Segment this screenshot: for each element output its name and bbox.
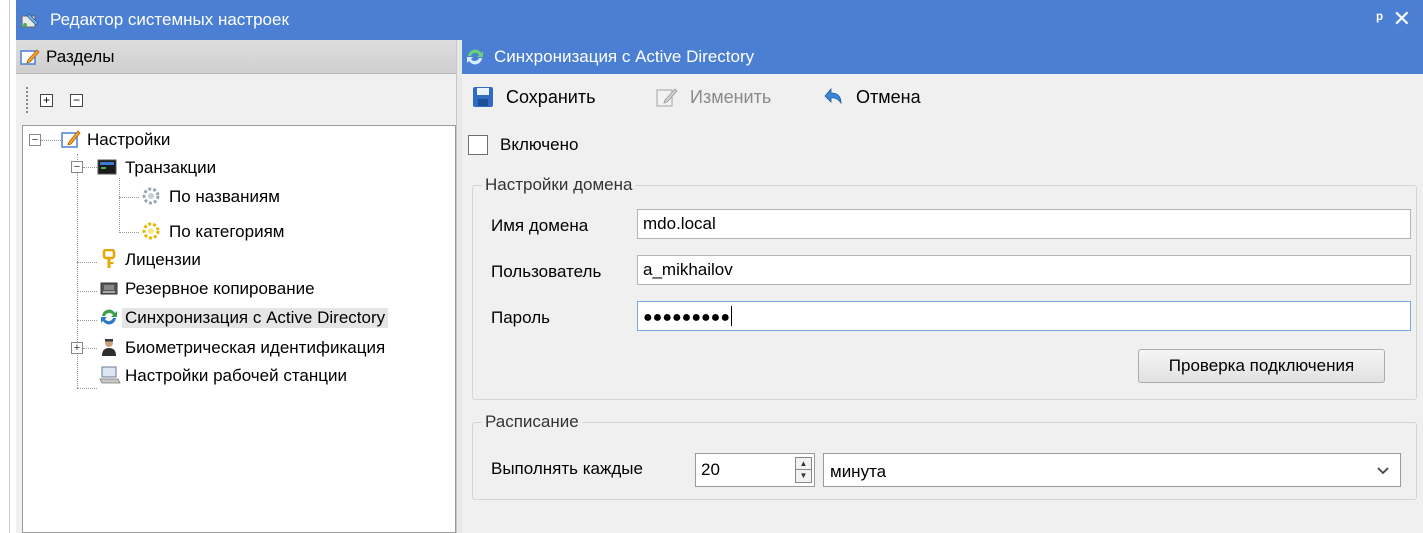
enabled-label: Включено <box>500 135 579 154</box>
undo-icon <box>824 87 842 105</box>
close-icon[interactable]: ✕ <box>1393 6 1411 32</box>
save-icon <box>473 87 493 107</box>
collapse-all-button[interactable]: − <box>70 94 83 107</box>
decrement-icon[interactable]: ▼ <box>796 470 811 482</box>
ad-sync-panel: Синхронизация с Active Directory Сохрани… <box>462 40 1423 533</box>
settings-icon <box>61 130 81 148</box>
tree-item-transactions[interactable]: Транзакции <box>23 156 453 180</box>
tree-item-label: Настройки <box>87 130 171 149</box>
tree-item-label: Транзакции <box>125 158 217 177</box>
window-title: Редактор системных настроек <box>50 10 289 29</box>
settings-editor-icon <box>21 13 39 28</box>
panel-title: Синхронизация с Active Directory <box>494 47 755 66</box>
enabled-row: Включено <box>468 133 578 157</box>
key-icon <box>102 249 116 268</box>
tree-item-workstation[interactable]: Настройки рабочей станции <box>23 364 453 388</box>
tree-item-label: Синхронизация с Active Directory <box>122 308 389 328</box>
terminal-icon <box>97 159 117 175</box>
user-field[interactable]: a_mikhailov <box>637 255 1411 285</box>
tree-item-label: Резервное копирование <box>125 279 315 298</box>
run-every-label: Выполнять каждые <box>491 459 643 478</box>
password-label: Пароль <box>491 308 550 327</box>
interval-stepper[interactable]: 20 ▲ ▼ <box>695 453 815 487</box>
domain-name-field[interactable]: mdo.local <box>637 209 1411 239</box>
sections-panel: Разделы + − − Настройки − Транзакции По … <box>16 40 456 533</box>
increment-icon[interactable]: ▲ <box>796 458 811 470</box>
sections-toolbar: + − <box>16 75 456 122</box>
tree-item-by-name[interactable]: По названиям <box>23 185 453 209</box>
domain-settings-title: Настройки домена <box>482 175 636 195</box>
enabled-checkbox[interactable] <box>468 135 488 155</box>
tree-item-label: Биометрическая идентификация <box>125 338 386 357</box>
tree-item-label: Настройки рабочей станции <box>125 366 348 385</box>
password-field[interactable]: ●●●●●●●●● <box>637 301 1411 331</box>
tree-item-label: Лицензии <box>125 250 201 269</box>
edge-line <box>9 0 10 533</box>
user-label: Пользователь <box>491 262 602 281</box>
sync-icon <box>101 309 117 325</box>
schedule-title: Расписание <box>482 412 582 432</box>
text-caret <box>730 306 732 326</box>
ad-sync-toolbar: Сохранить Изменить Отмена <box>462 74 1423 118</box>
person-icon <box>102 339 116 356</box>
tree-item-licenses[interactable]: Лицензии <box>23 248 453 272</box>
tree-item-backup[interactable]: Резервное копирование <box>23 277 453 301</box>
tree-item-ad-sync[interactable]: Синхронизация с Active Directory <box>23 306 453 330</box>
ad-sync-header: Синхронизация с Active Directory <box>462 40 1423 74</box>
expand-all-button[interactable]: + <box>40 94 53 107</box>
pin-icon[interactable]: ᵖ <box>1376 9 1383 29</box>
save-button[interactable]: Сохранить <box>472 84 595 110</box>
sections-title: Разделы <box>46 47 115 66</box>
edit-button[interactable]: Изменить <box>656 84 771 110</box>
password-value: ●●●●●●●●● <box>643 309 730 326</box>
toolbar-grip[interactable] <box>26 87 28 113</box>
cancel-button[interactable]: Отмена <box>822 84 921 110</box>
workstation-icon <box>99 366 121 384</box>
test-connection-button[interactable]: Проверка подключения <box>1138 349 1385 383</box>
interval-unit-value: минута <box>830 462 887 481</box>
tree-item-label: По названиям <box>169 187 280 206</box>
interval-unit-select[interactable]: минута <box>823 453 1401 487</box>
interval-value: 20 <box>701 460 720 479</box>
tree-item-by-category[interactable]: По категориям <box>23 220 453 244</box>
cancel-label: Отмена <box>856 86 921 107</box>
domain-name-label: Имя домена <box>491 216 589 235</box>
edit-label: Изменить <box>690 86 772 107</box>
save-label: Сохранить <box>506 86 596 107</box>
sync-icon <box>467 49 483 65</box>
schedule-group: Расписание Выполнять каждые 20 ▲ ▼ минут… <box>472 412 1417 500</box>
window-titlebar[interactable]: Редактор системных настроек ᵖ ✕ <box>16 0 1423 40</box>
tree-line <box>77 388 97 389</box>
sections-tree: − Настройки − Транзакции По названиям По… <box>22 125 456 533</box>
tree-item-label: По категориям <box>169 222 285 241</box>
gear-gray-icon <box>142 187 160 205</box>
domain-settings-group: Настройки домена Имя домена mdo.local По… <box>472 175 1417 400</box>
gear-yellow-icon <box>142 222 160 240</box>
tree-item-settings[interactable]: Настройки <box>23 128 453 152</box>
stepper-buttons: ▲ ▼ <box>795 457 812 483</box>
edit-icon <box>656 88 678 107</box>
backup-icon <box>100 282 118 295</box>
chevron-down-icon <box>1377 467 1389 475</box>
sections-header: Разделы <box>16 40 456 74</box>
settings-editor-window: Редактор системных настроек ᵖ ✕ Разделы … <box>16 0 1423 533</box>
tree-item-biometrics[interactable]: Биометрическая идентификация <box>23 336 453 360</box>
edit-section-icon <box>20 49 40 65</box>
